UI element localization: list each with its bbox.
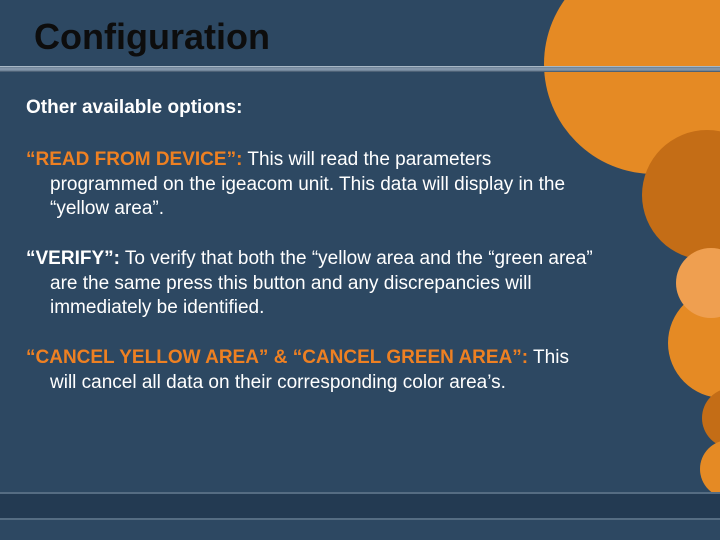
- decorative-circle: [700, 440, 720, 498]
- footer-band: [0, 492, 720, 520]
- option-label: “READ FROM DEVICE”:: [26, 149, 242, 170]
- title-bar: Configuration: [0, 0, 720, 66]
- option-read-from-device: “READ FROM DEVICE”: This will read the p…: [26, 148, 600, 221]
- option-text: To verify that both the “yellow area and…: [50, 248, 593, 318]
- subtitle: Other available options:: [26, 96, 600, 120]
- decorative-circle: [702, 388, 720, 448]
- option-cancel-areas: “CANCEL YELLOW AREA” & “CANCEL GREEN ARE…: [26, 346, 600, 395]
- slide-body: Other available options: “READ FROM DEVI…: [0, 72, 720, 395]
- slide-title: Configuration: [34, 16, 720, 58]
- option-label: “VERIFY”:: [26, 248, 120, 269]
- option-verify: “VERIFY”: To verify that both the “yello…: [26, 247, 600, 320]
- option-label: “CANCEL YELLOW AREA” & “CANCEL GREEN ARE…: [26, 347, 528, 368]
